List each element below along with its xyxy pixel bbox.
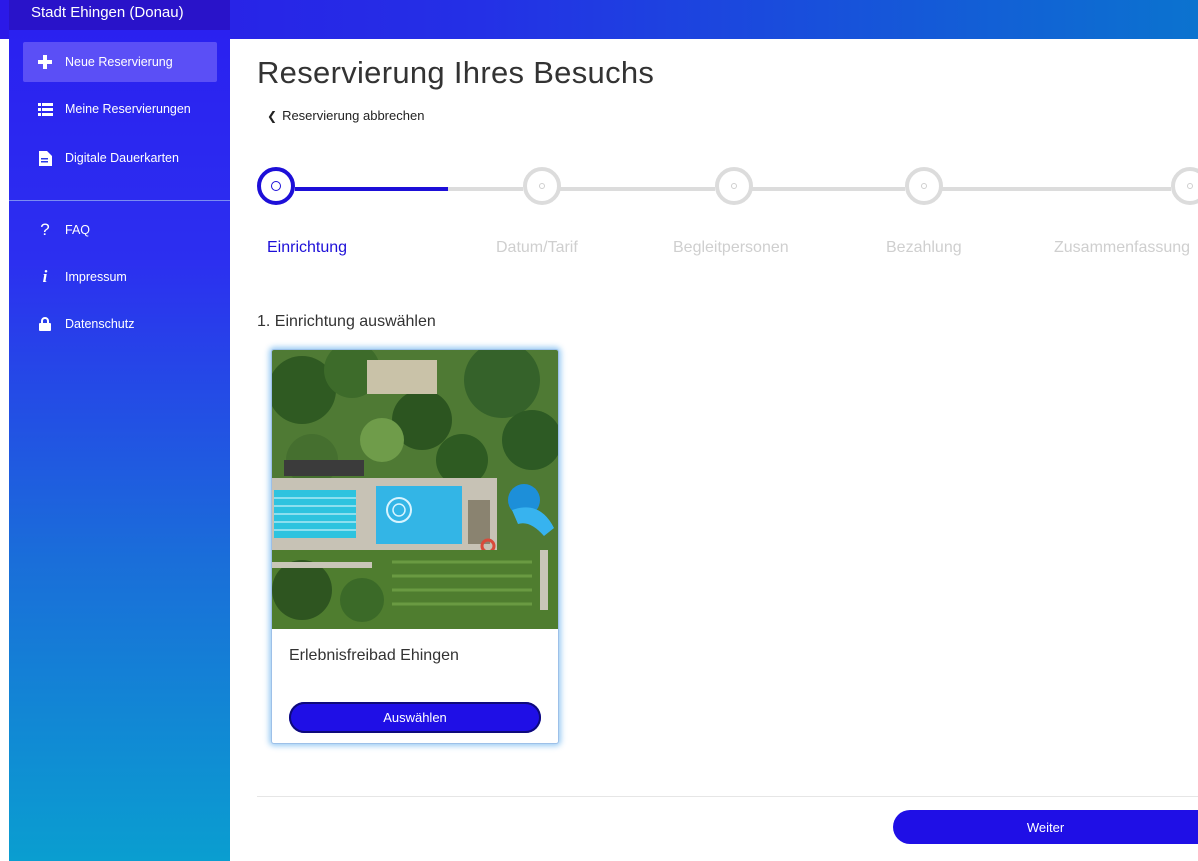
sidebar-item-label: Digitale Dauerkarten	[65, 151, 179, 165]
cancel-reservation-label: Reservierung abbrechen	[282, 108, 425, 123]
stepper-line	[559, 187, 715, 191]
sidebar-item-label: Neue Reservierung	[65, 55, 173, 69]
facility-card[interactable]: Erlebnisfreibad Ehingen Auswählen	[271, 349, 559, 744]
step-circle-einrichtung	[257, 167, 295, 205]
stepper-line	[941, 187, 1171, 191]
sidebar-item-label: FAQ	[65, 223, 91, 237]
page-title: Reservierung Ihres Besuchs	[257, 55, 655, 90]
sidebar-item-impressum[interactable]: i Impressum	[23, 257, 217, 297]
step-circle-bezahlung	[905, 167, 943, 205]
info-icon: i	[42, 267, 48, 286]
sidebar-item-faq[interactable]: ? FAQ	[23, 210, 217, 250]
footer-divider	[257, 796, 1198, 797]
stepper-line-completed	[295, 187, 448, 191]
next-button[interactable]: Weiter	[893, 810, 1198, 844]
chevron-left-icon: ❮	[267, 108, 278, 123]
document-icon	[37, 150, 53, 166]
step-circle-datum-tarif	[523, 167, 561, 205]
facility-aerial-photo	[272, 350, 558, 629]
step-circle-zusammenfassung	[1171, 167, 1198, 205]
step-label-einrichtung: Einrichtung	[267, 239, 348, 256]
sidebar-item-label: Impressum	[65, 270, 127, 284]
stepper-line	[448, 187, 523, 191]
sidebar-item-digitale-dauerkarten[interactable]: Digitale Dauerkarten	[23, 138, 217, 178]
sidebar-item-datenschutz[interactable]: Datenschutz	[23, 304, 217, 344]
sidebar-item-neue-reservierung[interactable]: Neue Reservierung	[23, 42, 217, 82]
main-content: Reservierung Ihres Besuchs ❮ Reservierun…	[257, 39, 1198, 861]
plus-icon	[37, 54, 53, 70]
step-label-zusammenfassung: Zusammenfassung	[1054, 239, 1191, 256]
sidebar-item-label: Meine Reservierungen	[65, 102, 191, 116]
lock-icon	[37, 316, 53, 332]
section-title: 1. Einrichtung auswählen	[257, 313, 436, 330]
stepper-line	[751, 187, 905, 191]
step-dot-icon	[731, 183, 737, 189]
brand-title: Stadt Ehingen (Donau)	[9, 0, 230, 30]
step-dot-icon	[921, 183, 927, 189]
step-label-bezahlung: Bezahlung	[886, 239, 962, 256]
list-icon	[37, 101, 53, 117]
step-dot-icon	[271, 181, 281, 191]
question-icon: ?	[40, 220, 50, 239]
step-circle-begleitpersonen	[715, 167, 753, 205]
sidebar: Stadt Ehingen (Donau) Neue Reservierung …	[9, 0, 230, 861]
progress-stepper: Einrichtung Datum/Tarif Begleitpersonen …	[257, 167, 1198, 267]
step-label-begleitpersonen: Begleitpersonen	[673, 239, 789, 256]
sidebar-divider	[9, 200, 230, 201]
select-facility-button[interactable]: Auswählen	[289, 702, 541, 733]
step-dot-icon	[539, 183, 545, 189]
step-dot-icon	[1187, 183, 1193, 189]
cancel-reservation-link[interactable]: ❮ Reservierung abbrechen	[267, 108, 424, 123]
sidebar-item-meine-reservierungen[interactable]: Meine Reservierungen	[23, 89, 217, 129]
facility-name: Erlebnisfreibad Ehingen	[289, 647, 459, 664]
sidebar-item-label: Datenschutz	[65, 317, 135, 331]
step-label-datum-tarif: Datum/Tarif	[496, 239, 578, 256]
